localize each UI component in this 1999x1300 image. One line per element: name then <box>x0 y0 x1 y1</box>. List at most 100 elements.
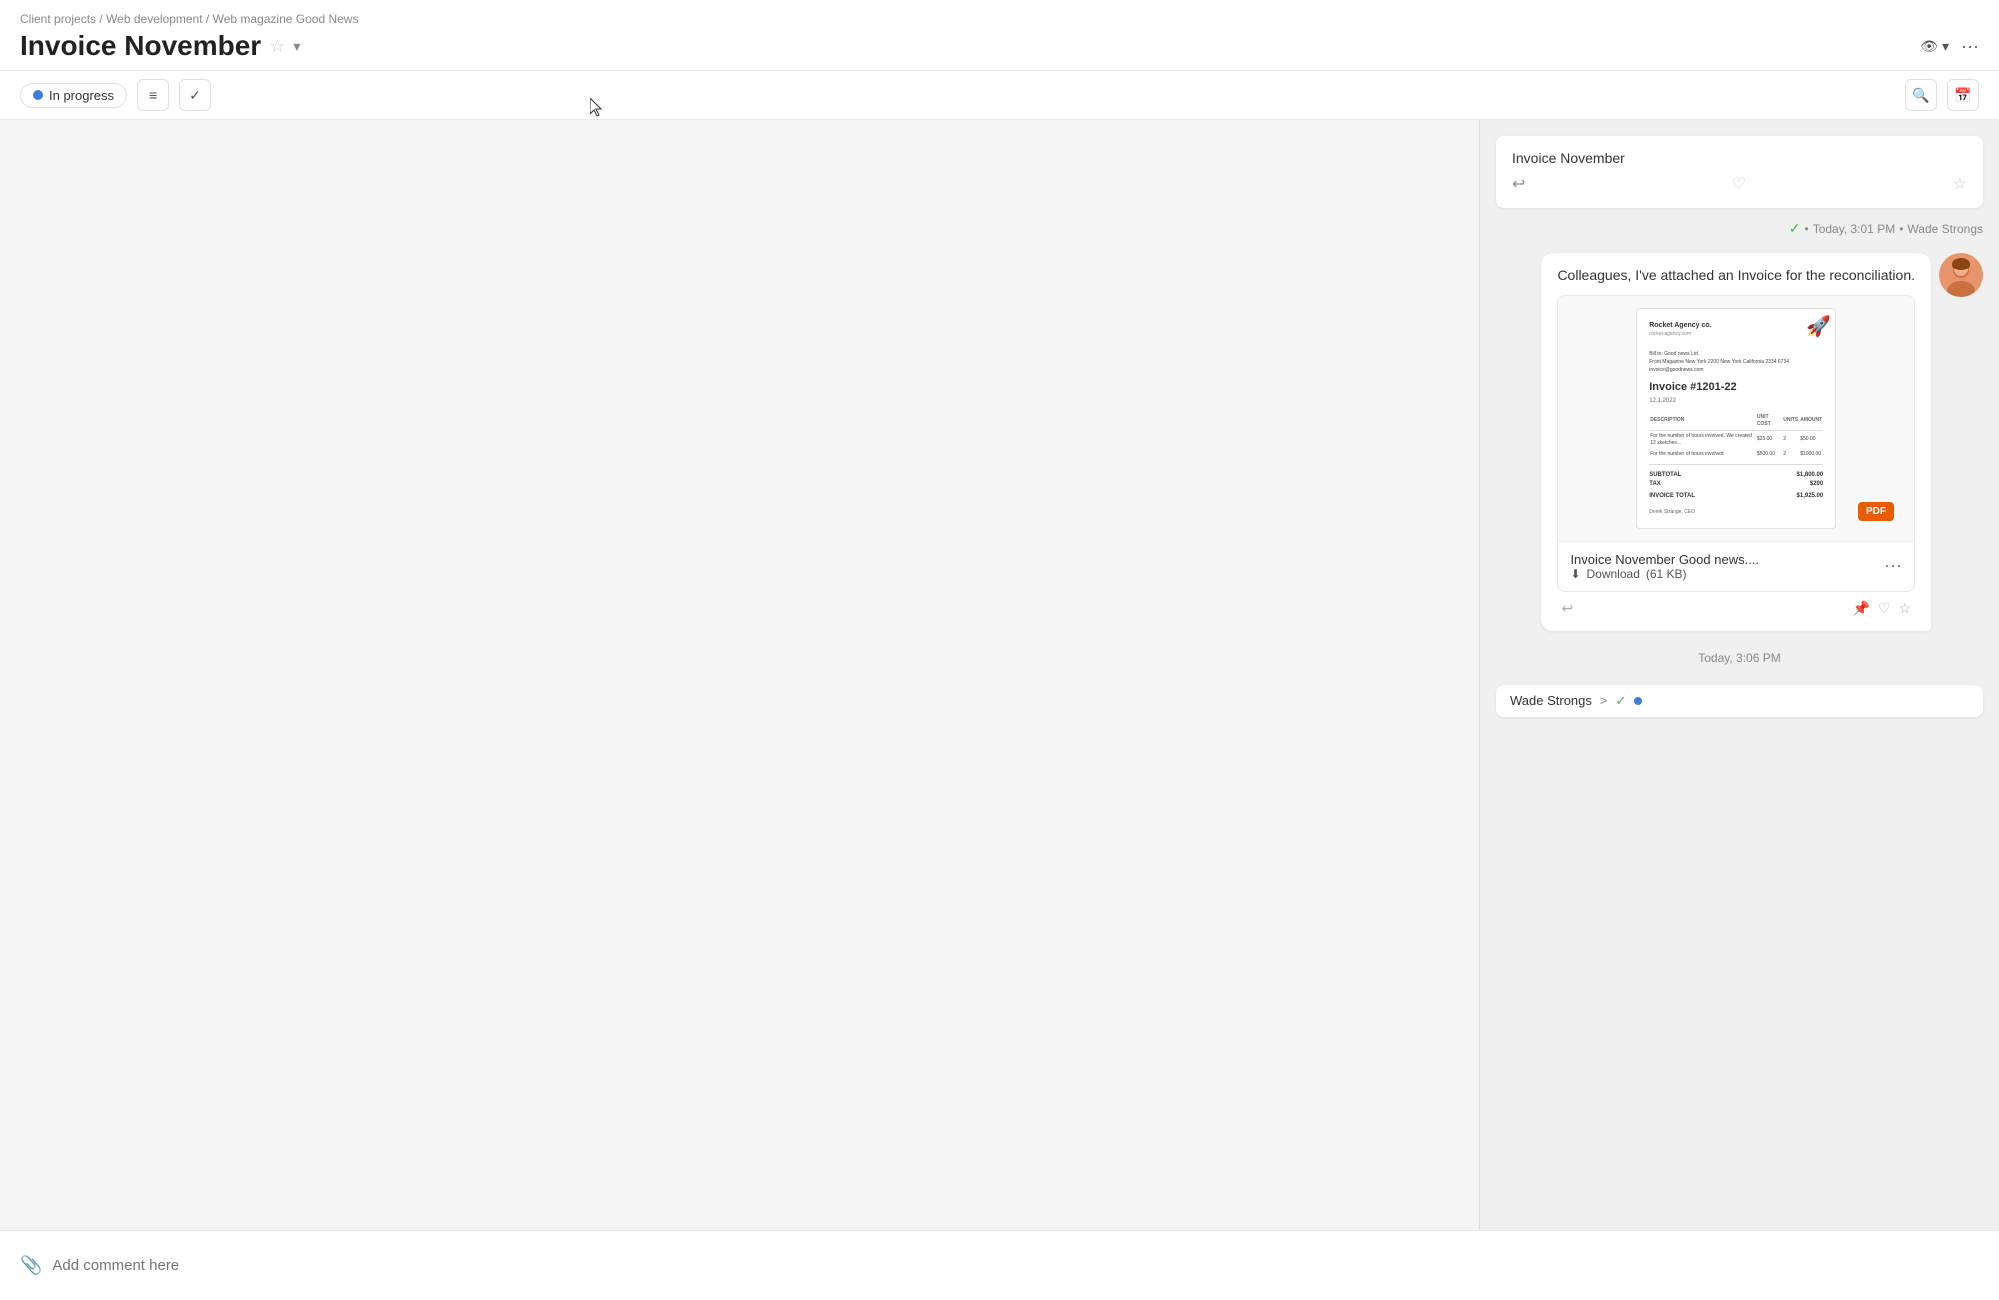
subtotal-label: SUBTOTAL <box>1649 471 1681 479</box>
invoice-total-line: INVOICE TOTAL $1,925.00 <box>1649 492 1823 500</box>
title-right: 👁 ▾ ··· <box>1920 36 1979 57</box>
message-reply-button[interactable]: ↩ <box>1561 600 1573 617</box>
total-label: INVOICE TOTAL <box>1649 492 1695 500</box>
bullet-separator2: • <box>1899 222 1903 236</box>
mention-bar: Wade Strongs > ✓ <box>1496 685 1983 717</box>
search-icon: 🔍 <box>1912 87 1929 104</box>
watch-button[interactable]: 👁 ▾ <box>1920 38 1949 55</box>
bullet-separator: • <box>1805 222 1809 236</box>
chat-area[interactable]: Invoice November ↩ ♡ ☆ ✓ • Today, 3:01 P… <box>1480 120 1999 1290</box>
message-heart-button[interactable]: ♡ <box>1878 600 1891 617</box>
col-amount: AMOUNT <box>1799 412 1823 431</box>
more-options-button[interactable]: ··· <box>1961 36 1979 57</box>
col-units: UNITS <box>1782 412 1799 431</box>
title-dropdown-icon[interactable]: ▾ <box>293 38 300 55</box>
calendar-icon: 📅 <box>1954 87 1971 104</box>
toolbar: In progress ≡ ✓ 🔍 📅 <box>0 71 1999 120</box>
task-card-actions: ↩ ♡ ☆ <box>1512 174 1967 194</box>
calendar-button[interactable]: 📅 <box>1947 79 1979 111</box>
status-label: In progress <box>49 88 114 103</box>
pdf-attachment: Rocket Agency co. rocket-agency.com 🚀 Bi… <box>1557 295 1915 592</box>
download-label: Download <box>1587 567 1640 581</box>
toolbar-left: In progress ≡ ✓ <box>20 79 211 111</box>
row1-units: 2 <box>1782 430 1799 449</box>
attachment-button[interactable]: 📎 <box>20 1255 42 1276</box>
title-left: Invoice November ☆ ▾ <box>20 30 300 62</box>
favorite-star-icon[interactable]: ☆ <box>269 36 285 57</box>
table-row: For the number of hours involved $500.00… <box>1649 449 1823 460</box>
download-icon: ⬇ <box>1570 567 1580 581</box>
comment-input[interactable] <box>52 1257 1979 1274</box>
message-status: ✓ • Today, 3:01 PM • Wade Strongs <box>1496 220 1983 237</box>
agency-name: Rocket Agency co. <box>1649 321 1823 331</box>
subtotal-value: $1,800.00 <box>1797 471 1824 479</box>
message-actions: ↩ 📌 ♡ ☆ <box>1557 600 1915 617</box>
main-content: Invoice November ↩ ♡ ☆ ✓ • Today, 3:01 P… <box>0 120 1999 1290</box>
invoice-preview: Rocket Agency co. rocket-agency.com 🚀 Bi… <box>1636 308 1836 529</box>
mention-check-icon: ✓ <box>1616 693 1627 709</box>
agency-tagline: rocket-agency.com <box>1649 331 1823 338</box>
task-card-title: Invoice November <box>1512 150 1967 166</box>
eye-icon: 👁 <box>1920 38 1938 55</box>
mention-author: Wade Strongs <box>1510 693 1592 708</box>
row2-cost: $500.00 <box>1756 449 1782 460</box>
invoice-table: DESCRIPTION UNIT COST UNITS AMOUNT <box>1649 412 1823 460</box>
check-icon: ✓ <box>189 87 201 104</box>
paperclip-icon: 📎 <box>20 1255 42 1275</box>
invoice-date: 12.1.2022 <box>1649 397 1823 405</box>
download-button[interactable]: ⬇ Download (61 KB) <box>1570 567 1884 581</box>
list-view-button[interactable]: ≡ <box>137 79 169 111</box>
right-panel: Invoice November ↩ ♡ ☆ ✓ • Today, 3:01 P… <box>1479 120 1999 1290</box>
message-star-button[interactable]: ☆ <box>1898 600 1911 617</box>
breadcrumb: Client projects / Web development / Web … <box>20 12 1979 26</box>
avatar-image <box>1939 253 1983 297</box>
message-pin-button[interactable]: 📌 <box>1852 600 1869 617</box>
task-heart-icon[interactable]: ♡ <box>1732 174 1746 194</box>
search-button[interactable]: 🔍 <box>1905 79 1937 111</box>
pdf-preview: Rocket Agency co. rocket-agency.com 🚀 Bi… <box>1558 296 1914 541</box>
row2-amount: $1000.00 <box>1799 449 1823 460</box>
status-dot-icon <box>33 90 43 100</box>
file-size: (61 KB) <box>1646 567 1687 581</box>
row1-desc: For the number of hours involved. We cre… <box>1649 430 1756 449</box>
mention-arrow: > <box>1600 693 1608 708</box>
task-star-icon[interactable]: ☆ <box>1953 174 1967 194</box>
left-panel <box>0 120 1479 1290</box>
total-value: $1,925.00 <box>1797 492 1824 500</box>
invoice-number: Invoice #1201-22 <box>1649 380 1823 395</box>
tax-value: $200 <box>1810 480 1823 488</box>
row1-cost: $25.00 <box>1756 430 1782 449</box>
message-timestamp: Today, 3:01 PM <box>1813 222 1896 236</box>
row2-units: 2 <box>1782 449 1799 460</box>
signature-area: Derek Strange, CEO <box>1649 509 1823 516</box>
bill-to: Bill to: Good news Ltd. Front Magazine N… <box>1649 350 1823 374</box>
col-unit-cost: UNIT COST <box>1756 412 1782 431</box>
comment-bar: 📎 <box>0 1230 1999 1300</box>
task-reply-icon[interactable]: ↩ <box>1512 174 1525 194</box>
row2-desc: For the number of hours involved <box>1649 449 1756 460</box>
message-reaction-buttons: 📌 ♡ ☆ <box>1852 600 1911 617</box>
pdf-badge-label: PDF <box>1858 502 1894 521</box>
message-text: Colleagues, I've attached an Invoice for… <box>1557 267 1915 283</box>
mention-notification-dot <box>1634 697 1642 705</box>
pdf-info: Invoice November Good news.... ⬇ Downloa… <box>1558 541 1914 591</box>
page-title: Invoice November <box>20 30 261 62</box>
list-icon: ≡ <box>149 87 157 103</box>
col-description: DESCRIPTION <box>1649 412 1756 431</box>
header: Client projects / Web development / Web … <box>0 0 1999 71</box>
row1-amount: $50.00 <box>1799 430 1823 449</box>
message-author: Wade Strongs <box>1907 222 1983 236</box>
message-bubble: Colleagues, I've attached an Invoice for… <box>1541 253 1931 631</box>
status-badge[interactable]: In progress <box>20 83 127 108</box>
tax-label: TAX <box>1649 480 1661 488</box>
checklist-button[interactable]: ✓ <box>179 79 211 111</box>
attachment-more-button[interactable]: ⋯ <box>1884 556 1902 577</box>
title-row: Invoice November ☆ ▾ 👁 ▾ ··· <box>20 30 1979 70</box>
dropdown-icon: ▾ <box>1942 38 1949 55</box>
task-card: Invoice November ↩ ♡ ☆ <box>1496 136 1983 208</box>
avatar <box>1939 253 1983 297</box>
time-separator: Today, 3:06 PM <box>1496 651 1983 665</box>
toolbar-right: 🔍 📅 <box>1905 79 1979 111</box>
invoice-totals: SUBTOTAL $1,800.00 TAX $200 <box>1649 464 1823 489</box>
delivered-check-icon: ✓ <box>1789 220 1801 237</box>
